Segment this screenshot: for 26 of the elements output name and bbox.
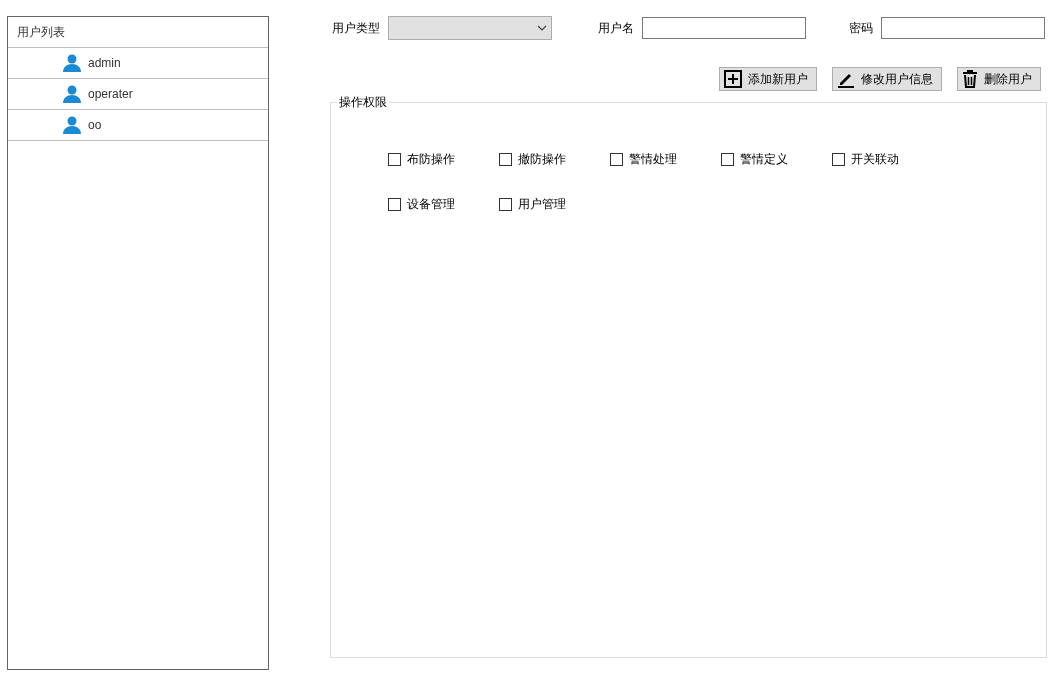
permission-checkbox[interactable]: 撤防操作 xyxy=(499,151,610,167)
permission-checkbox[interactable]: 警情定义 xyxy=(721,151,832,167)
field-label: 密码 xyxy=(849,19,873,37)
user-icon xyxy=(62,54,82,72)
password-field[interactable] xyxy=(881,17,1045,39)
user-list-item[interactable]: operater xyxy=(8,79,268,110)
username-field[interactable] xyxy=(642,17,806,39)
field-label: 用户名 xyxy=(598,19,634,37)
permission-checkbox[interactable]: 警情处理 xyxy=(610,151,721,167)
plus-square-icon xyxy=(724,70,742,88)
user-icon xyxy=(62,116,82,134)
group-title: 操作权限 xyxy=(338,94,388,111)
user-icon xyxy=(62,85,82,103)
user-list-item[interactable]: admin xyxy=(8,48,268,79)
field-label: 用户类型 xyxy=(332,19,380,37)
delete-user-button[interactable]: 删除用户 xyxy=(957,67,1041,91)
panel-title: 用户列表 xyxy=(8,17,268,48)
permission-checkbox[interactable]: 开关联动 xyxy=(832,151,943,167)
add-user-button[interactable]: 添加新用户 xyxy=(719,67,817,91)
permission-checkbox[interactable]: 用户管理 xyxy=(499,196,610,212)
edit-user-button[interactable]: 修改用户信息 xyxy=(832,67,942,91)
user-list-item[interactable]: oo xyxy=(8,110,268,141)
permission-checkbox[interactable]: 设备管理 xyxy=(388,196,499,212)
trash-icon xyxy=(962,70,978,88)
chevron-down-icon xyxy=(537,25,547,31)
permission-checkbox[interactable]: 布防操作 xyxy=(388,151,499,167)
